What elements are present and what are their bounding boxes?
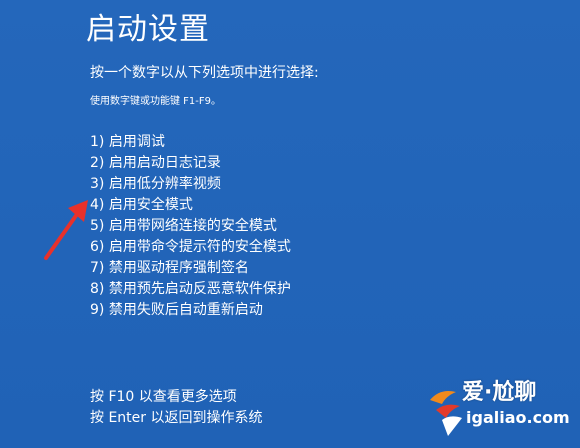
- startup-options-list: 1) 启用调试 2) 启用启动日志记录 3) 启用低分辨率视频 4) 启用安全模…: [90, 132, 291, 321]
- red-arrow-icon: [44, 200, 88, 260]
- watermark: 爱·尬聊 igaliao.com: [426, 378, 576, 444]
- boot-settings-screen: 启动设置 按一个数字以从下列选项中进行选择: 使用数字键或功能键 F1-F9。 …: [0, 0, 580, 448]
- return-to-os-link[interactable]: 按 Enter 以返回到操作系统: [90, 408, 262, 429]
- option-enable-safe-mode-command-prompt[interactable]: 6) 启用带命令提示符的安全模式: [90, 237, 291, 258]
- option-enable-safe-mode-networking[interactable]: 5) 启用带网络连接的安全模式: [90, 216, 291, 237]
- option-enable-boot-logging[interactable]: 2) 启用启动日志记录: [90, 153, 291, 174]
- option-enable-safe-mode[interactable]: 4) 启用安全模式: [90, 195, 291, 216]
- watermark-text: 爱·尬聊: [462, 380, 537, 405]
- instruction-text: 按一个数字以从下列选项中进行选择:: [90, 65, 319, 81]
- option-disable-early-launch-antimalware[interactable]: 8) 禁用预先启动反恶意软件保护: [90, 279, 291, 300]
- option-disable-driver-signature-enforcement[interactable]: 7) 禁用驱动程序强制签名: [90, 258, 291, 279]
- option-enable-debugging[interactable]: 1) 启用调试: [90, 132, 291, 153]
- option-enable-low-resolution-video[interactable]: 3) 启用低分辨率视频: [90, 174, 291, 195]
- more-options-link[interactable]: 按 F10 以查看更多选项: [90, 387, 262, 408]
- watermark-url: igaliao.com: [466, 408, 570, 427]
- option-disable-auto-restart-on-failure[interactable]: 9) 禁用失败后自动重新启动: [90, 300, 291, 321]
- page-title: 启动设置: [86, 12, 210, 47]
- key-hint-text: 使用数字键或功能键 F1-F9。: [90, 96, 222, 107]
- footer-options: 按 F10 以查看更多选项 按 Enter 以返回到操作系统: [90, 387, 262, 429]
